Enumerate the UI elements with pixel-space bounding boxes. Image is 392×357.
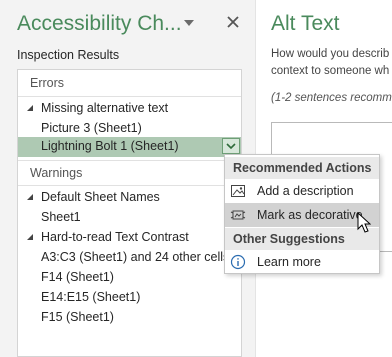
recommended-actions-header: Recommended Actions [233, 161, 372, 175]
alt-text-description-line: How would you describ [271, 48, 390, 60]
tree-group-default-sheet-names[interactable]: Default Sheet Names [18, 188, 241, 208]
learn-more-menu-item[interactable]: Learn more [225, 250, 379, 274]
alt-text-title: Alt Text [271, 12, 340, 35]
other-suggestions-header: Other Suggestions [233, 232, 345, 246]
tree-group-text-contrast[interactable]: Hard-to-read Text Contrast [18, 228, 241, 248]
inspection-results-list: Errors Missing alternative text Picture … [17, 69, 242, 357]
alt-text-description-line: context to someone wh [271, 65, 390, 77]
info-icon [230, 254, 246, 270]
divider [18, 160, 241, 161]
expand-arrow-icon[interactable] [26, 104, 34, 112]
warnings-header: Warnings [30, 166, 83, 180]
tree-item-label: F14 (Sheet1) [41, 270, 114, 284]
menu-item-label: Mark as decorative [257, 208, 363, 222]
add-description-menu-item[interactable]: Add a description [225, 179, 379, 203]
accessibility-checker-pane: Accessibility Ch... Inspection Results E… [0, 0, 255, 357]
inspection-results-label: Inspection Results [17, 48, 120, 62]
menu-section-header: Other Suggestions [225, 228, 379, 250]
divider [18, 185, 241, 186]
chevron-down-icon[interactable] [182, 16, 196, 30]
alt-text-hint: (1-2 sentences recomme [271, 92, 392, 104]
errors-header: Errors [30, 76, 65, 90]
chevron-down-icon [226, 143, 236, 150]
menu-item-label: Learn more [257, 255, 321, 269]
tree-group-missing-alt-text[interactable]: Missing alternative text [18, 99, 241, 119]
tree-item-label: A3:C3 (Sheet1) and 24 other cells [41, 250, 230, 264]
decorative-icon [230, 210, 246, 220]
tree-item-label: Picture 3 (Sheet1) [41, 121, 142, 135]
tree-item-label: E14:E15 (Sheet1) [41, 290, 141, 304]
tree-item-a3-c3[interactable]: A3:C3 (Sheet1) and 24 other cells [18, 248, 241, 268]
tree-group-label: Default Sheet Names [41, 190, 160, 204]
pane-controls [182, 12, 250, 34]
tree-item-lightning-bolt[interactable]: Lightning Bolt 1 (Sheet1) [18, 137, 241, 157]
item-actions-dropdown[interactable] [222, 138, 240, 154]
menu-section-header: Recommended Actions [225, 157, 379, 179]
tree-group-label: Missing alternative text [41, 101, 169, 115]
expand-arrow-icon[interactable] [26, 233, 34, 241]
pane-title: Accessibility Ch... [17, 12, 182, 35]
tree-item-e14-e15[interactable]: E14:E15 (Sheet1) [18, 288, 241, 308]
tree-group-label: Hard-to-read Text Contrast [41, 230, 189, 244]
tree-item-f14[interactable]: F14 (Sheet1) [18, 268, 241, 288]
tree-item-picture-3[interactable]: Picture 3 (Sheet1) [18, 119, 241, 139]
tree-item-label: Sheet1 [41, 210, 81, 224]
image-description-icon [231, 185, 245, 197]
menu-item-label: Add a description [257, 184, 354, 198]
mark-decorative-menu-item[interactable]: Mark as decorative [225, 203, 379, 227]
tree-item-f15[interactable]: F15 (Sheet1) [18, 308, 241, 328]
tree-item-sheet1[interactable]: Sheet1 [18, 208, 241, 228]
expand-arrow-icon[interactable] [26, 193, 34, 201]
mouse-cursor-icon [357, 212, 371, 233]
alt-text-description: How would you describ context to someone… [271, 46, 392, 80]
divider [18, 96, 241, 97]
tree-item-label: F15 (Sheet1) [41, 310, 114, 324]
tree-item-label: Lightning Bolt 1 (Sheet1) [41, 139, 179, 153]
close-icon[interactable] [224, 13, 242, 31]
